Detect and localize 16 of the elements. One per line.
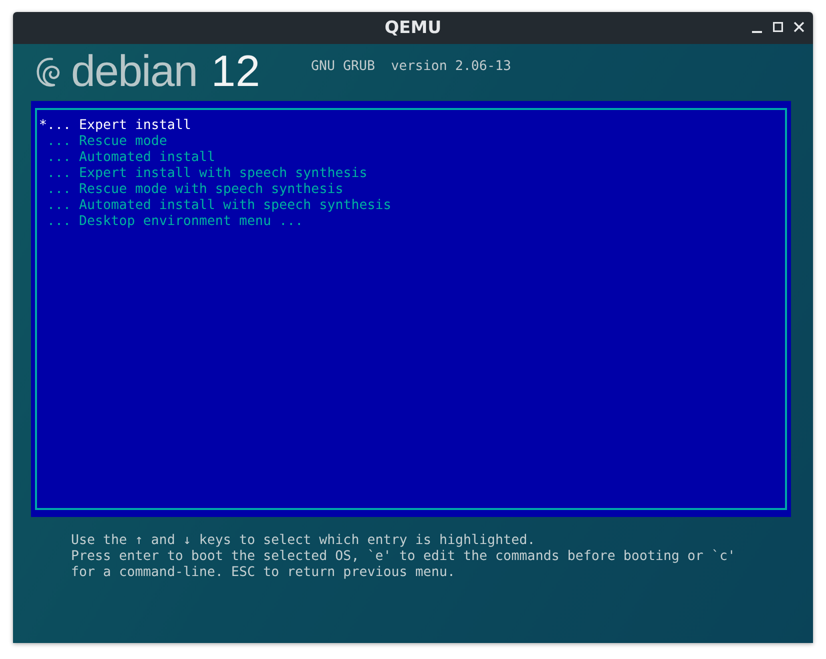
logo-version: 12 [211, 50, 260, 94]
help-text: for a command-line. ESC to return previous menu. [71, 565, 456, 581]
window-title: QEMU [384, 18, 442, 38]
logo-word: debian [71, 50, 198, 94]
grub-version: GNU GRUB version 2.06-13 [311, 58, 512, 74]
help-text: Use the ↑ and ↓ keys to select which entry is highlighted. [71, 533, 536, 549]
close-icon[interactable] [793, 20, 805, 34]
menu-entry[interactable]: ... Desktop environment menu ... [39, 214, 785, 230]
menu-entry[interactable]: ... Automated install with speech synthesis [39, 198, 785, 214]
menu-entry[interactable]: ... Automated install [39, 150, 785, 166]
menu-entry[interactable]: *... Expert install [39, 118, 785, 134]
menu-entry[interactable]: ... Rescue mode with speech synthesis [39, 182, 785, 198]
maximize-icon[interactable] [772, 20, 784, 34]
menu-entry[interactable]: ... Expert install with speech synthesis [39, 166, 785, 182]
menu-entry[interactable]: ... Rescue mode [39, 134, 785, 150]
help-text: Press enter to boot the selected OS, `e' to edit the commands before booting or `c' [71, 549, 736, 565]
